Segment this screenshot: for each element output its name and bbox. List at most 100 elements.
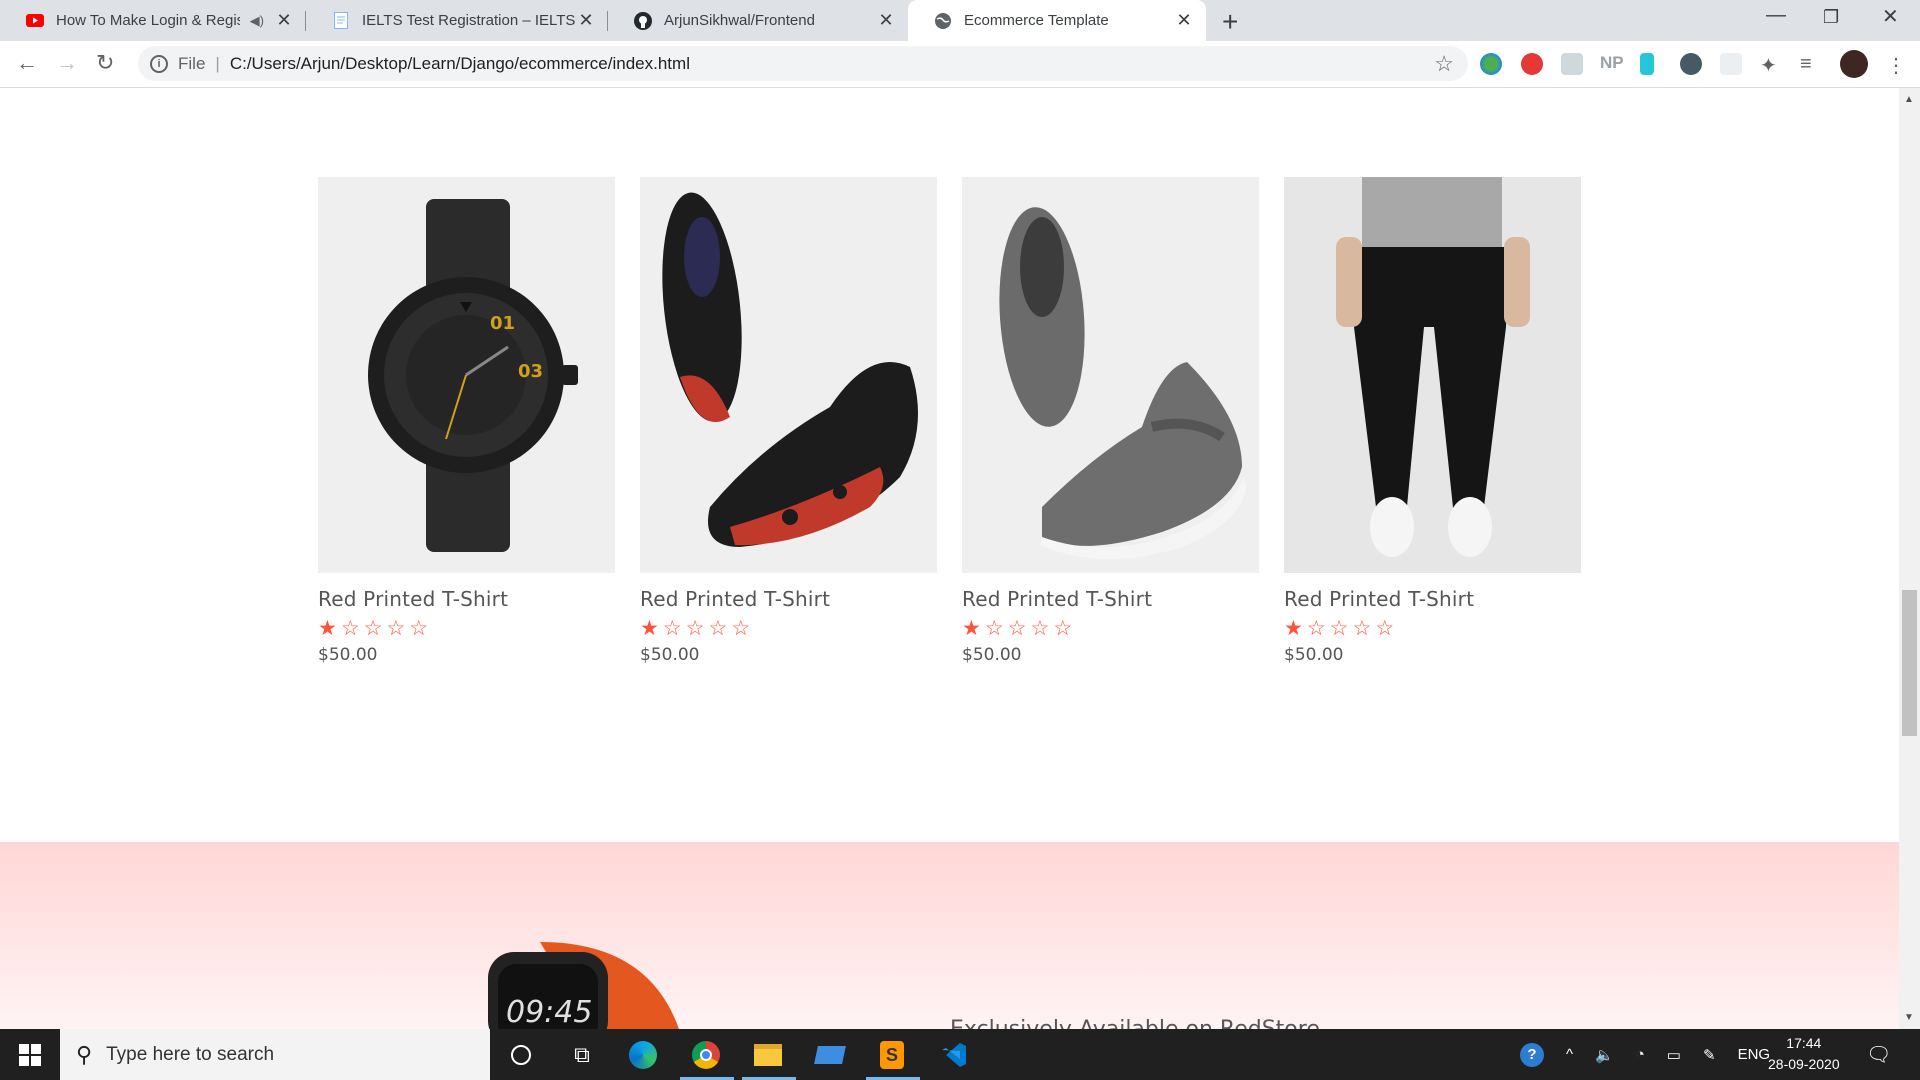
clock-date: 28-09-2020	[1768, 1056, 1840, 1072]
scroll-up-icon[interactable]: ▲	[1904, 94, 1914, 105]
volume-icon[interactable]: 🔈	[1595, 1046, 1614, 1064]
tab-ielts[interactable]: IELTS Test Registration – IELTS IDI ✕	[306, 0, 608, 41]
extension-cast-icon[interactable]	[1561, 53, 1583, 75]
rating-stars: ★ ☆ ☆ ☆ ☆	[1284, 617, 1581, 641]
back-arrow-icon[interactable]: ←	[16, 50, 38, 76]
star-empty-icon: ☆	[1053, 617, 1073, 640]
help-icon[interactable]: ?	[1520, 1042, 1544, 1067]
product-card[interactable]: 01 03 Red Printed T-Shirt ★ ☆ ☆ ☆ ☆ $50.…	[318, 177, 615, 665]
star-empty-icon: ☆	[984, 617, 1004, 640]
extension-blank-icon[interactable]	[1720, 53, 1742, 75]
page-viewport: 01 03 Red Printed T-Shirt ★ ☆ ☆ ☆ ☆ $50.…	[0, 88, 1899, 1029]
product-image-black-joggers[interactable]	[1284, 177, 1581, 573]
task-view-icon[interactable]: ⧉	[566, 1039, 598, 1071]
new-tab-button[interactable]: +	[1222, 6, 1238, 38]
pen-icon[interactable]: ✎	[1703, 1046, 1716, 1064]
menu-dots-icon[interactable]: ⋮	[1886, 53, 1908, 77]
star-empty-icon: ☆	[386, 617, 406, 640]
sublime-text-icon[interactable]: S	[876, 1039, 908, 1071]
svg-text:03: 03	[518, 361, 543, 382]
bookmark-star-icon[interactable]: ☆	[1434, 51, 1454, 77]
taskbar-search[interactable]: ⚲ Type here to search	[60, 1029, 490, 1080]
product-price: $50.00	[640, 645, 700, 665]
scrollbar-thumb[interactable]	[1902, 590, 1917, 736]
forward-arrow-icon[interactable]: →	[56, 50, 78, 76]
file-explorer-icon[interactable]	[752, 1039, 784, 1071]
star-empty-icon: ☆	[340, 617, 360, 640]
scroll-down-icon[interactable]: ▼	[1904, 1012, 1914, 1023]
star-empty-icon: ☆	[731, 617, 751, 640]
avatar[interactable]	[1840, 50, 1868, 78]
battery-icon[interactable]: ▭	[1667, 1046, 1681, 1064]
windows-taskbar: ⚲ Type here to search ⧉ S ? ^ 🔈 ◔ ▭ ✎ EN…	[0, 1029, 1920, 1080]
product-name[interactable]: Red Printed T-Shirt	[1284, 587, 1581, 611]
start-button[interactable]	[0, 1029, 60, 1080]
tab-youtube[interactable]: How To Make Login & Regist ◀) ✕	[0, 0, 306, 41]
star-filled-icon: ★	[962, 617, 981, 640]
speaker-icon[interactable]: ◀)	[250, 13, 264, 29]
address-bar[interactable]: i File | C:/Users/Arjun/Desktop/Learn/Dj…	[138, 46, 1468, 81]
star-empty-icon: ☆	[363, 617, 383, 640]
close-window-button[interactable]: ✕	[1882, 4, 1899, 29]
offer-tagline: Exclusively Available on RedStore	[950, 1017, 1320, 1029]
product-price: $50.00	[1284, 645, 1344, 665]
product-name[interactable]: Red Printed T-Shirt	[318, 587, 615, 611]
star-empty-icon: ☆	[1375, 617, 1395, 640]
product-card[interactable]: Red Printed T-Shirt ★ ☆ ☆ ☆ ☆ $50.00	[640, 177, 937, 665]
restore-button[interactable]: ❐	[1823, 7, 1839, 28]
close-tab-icon[interactable]: ✕	[274, 10, 294, 31]
laptop-app-icon[interactable]	[814, 1039, 846, 1071]
tab-title: Ecommerce Template	[964, 12, 1109, 29]
extension-globe-icon[interactable]	[1480, 53, 1502, 75]
product-card[interactable]: Red Printed T-Shirt ★ ☆ ☆ ☆ ☆ $50.00	[1284, 177, 1581, 665]
media-control-icon[interactable]: ≡	[1800, 53, 1822, 75]
tab-ecommerce-template[interactable]: Ecommerce Template ✕	[908, 0, 1206, 41]
tab-title: IELTS Test Registration – IELTS IDI	[362, 12, 576, 29]
tab-bar: How To Make Login & Regist ◀) ✕ IELTS Te…	[0, 0, 1920, 41]
document-icon	[332, 12, 350, 30]
cortana-icon[interactable]	[505, 1039, 537, 1071]
vscode-icon[interactable]	[938, 1039, 970, 1071]
system-tray: ? ^ 🔈 ◔ ▭ ✎ ENG	[1520, 1029, 1770, 1080]
star-filled-icon: ★	[318, 617, 337, 640]
product-image-watch[interactable]: 01 03	[318, 177, 615, 573]
extension-opera-icon[interactable]	[1521, 53, 1543, 75]
notification-icon[interactable]: 🗨	[1866, 1029, 1891, 1080]
language-indicator[interactable]: ENG	[1738, 1046, 1771, 1063]
chrome-icon[interactable]	[690, 1039, 722, 1071]
wifi-icon[interactable]: ◔	[1636, 1046, 1645, 1063]
product-image-grey-shoes[interactable]	[962, 177, 1259, 573]
product-name[interactable]: Red Printed T-Shirt	[640, 587, 937, 611]
search-placeholder: Type here to search	[106, 1043, 275, 1065]
close-tab-icon[interactable]: ✕	[576, 10, 596, 31]
taskbar-clock[interactable]: 17:44 28-09-2020	[1768, 1033, 1840, 1075]
product-name[interactable]: Red Printed T-Shirt	[962, 587, 1259, 611]
star-filled-icon: ★	[1284, 617, 1303, 640]
url-text[interactable]: C:/Users/Arjun/Desktop/Learn/Django/ecom…	[230, 54, 690, 74]
edge-icon[interactable]	[627, 1039, 659, 1071]
extension-toggle-icon[interactable]	[1680, 53, 1702, 75]
product-image-black-red-shoes[interactable]	[640, 177, 937, 573]
tab-github[interactable]: ArjunSikhwal/Frontend ✕	[608, 0, 908, 41]
close-tab-icon[interactable]: ✕	[876, 10, 896, 31]
star-empty-icon: ☆	[685, 617, 705, 640]
address-divider: |	[215, 53, 220, 73]
tab-title: ArjunSikhwal/Frontend	[664, 12, 815, 29]
extension-np-icon[interactable]: NP	[1600, 53, 1628, 75]
reload-icon[interactable]: ↻	[96, 50, 114, 76]
github-icon	[634, 11, 652, 30]
close-tab-icon[interactable]: ✕	[1174, 10, 1194, 31]
extension-u-icon[interactable]	[1640, 53, 1654, 75]
chevron-up-icon[interactable]: ^	[1566, 1046, 1573, 1063]
page-scrollbar[interactable]: ▲ ▼	[1899, 88, 1920, 1029]
puzzle-icon[interactable]: ✦	[1760, 53, 1782, 77]
offer-section: 09:45 Exclusively Available on RedStore	[0, 842, 1899, 1029]
info-icon[interactable]: i	[150, 54, 168, 73]
star-empty-icon: ☆	[409, 617, 429, 640]
search-icon: ⚲	[76, 1041, 93, 1067]
browser-toolbar: ← → ↻ i File | C:/Users/Arjun/Desktop/Le…	[0, 41, 1920, 88]
minimize-button[interactable]: —	[1766, 4, 1786, 27]
product-card[interactable]: Red Printed T-Shirt ★ ☆ ☆ ☆ ☆ $50.00	[962, 177, 1259, 665]
globe-icon	[934, 12, 952, 30]
clock-time: 17:44	[1786, 1035, 1822, 1051]
